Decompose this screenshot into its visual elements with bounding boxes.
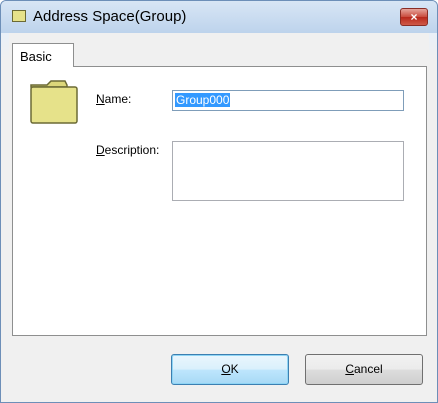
tab-basic-label: Basic bbox=[20, 49, 52, 64]
description-field[interactable] bbox=[172, 141, 404, 201]
dialog-window: Address Space(Group) × Basic Name: Group… bbox=[0, 0, 438, 403]
window-title: Address Space(Group) bbox=[33, 8, 187, 25]
folder-icon bbox=[30, 80, 78, 124]
ok-button[interactable]: OK bbox=[171, 354, 289, 385]
close-icon: × bbox=[410, 10, 418, 24]
description-label: Description: bbox=[96, 143, 160, 157]
dialog-client-area: Basic Name: Group000 Description: OK Can… bbox=[9, 33, 429, 396]
name-field-value: Group000 bbox=[175, 93, 231, 107]
tab-basic[interactable]: Basic bbox=[12, 43, 74, 67]
close-button[interactable]: × bbox=[400, 8, 428, 26]
name-label: Name: bbox=[96, 92, 132, 106]
cancel-button[interactable]: Cancel bbox=[305, 354, 423, 385]
name-field[interactable]: Group000 bbox=[172, 90, 404, 111]
title-bar[interactable]: Address Space(Group) × bbox=[1, 1, 437, 33]
tab-panel-basic: Name: Group000 Description: bbox=[12, 66, 427, 336]
folder-icon bbox=[12, 10, 26, 22]
